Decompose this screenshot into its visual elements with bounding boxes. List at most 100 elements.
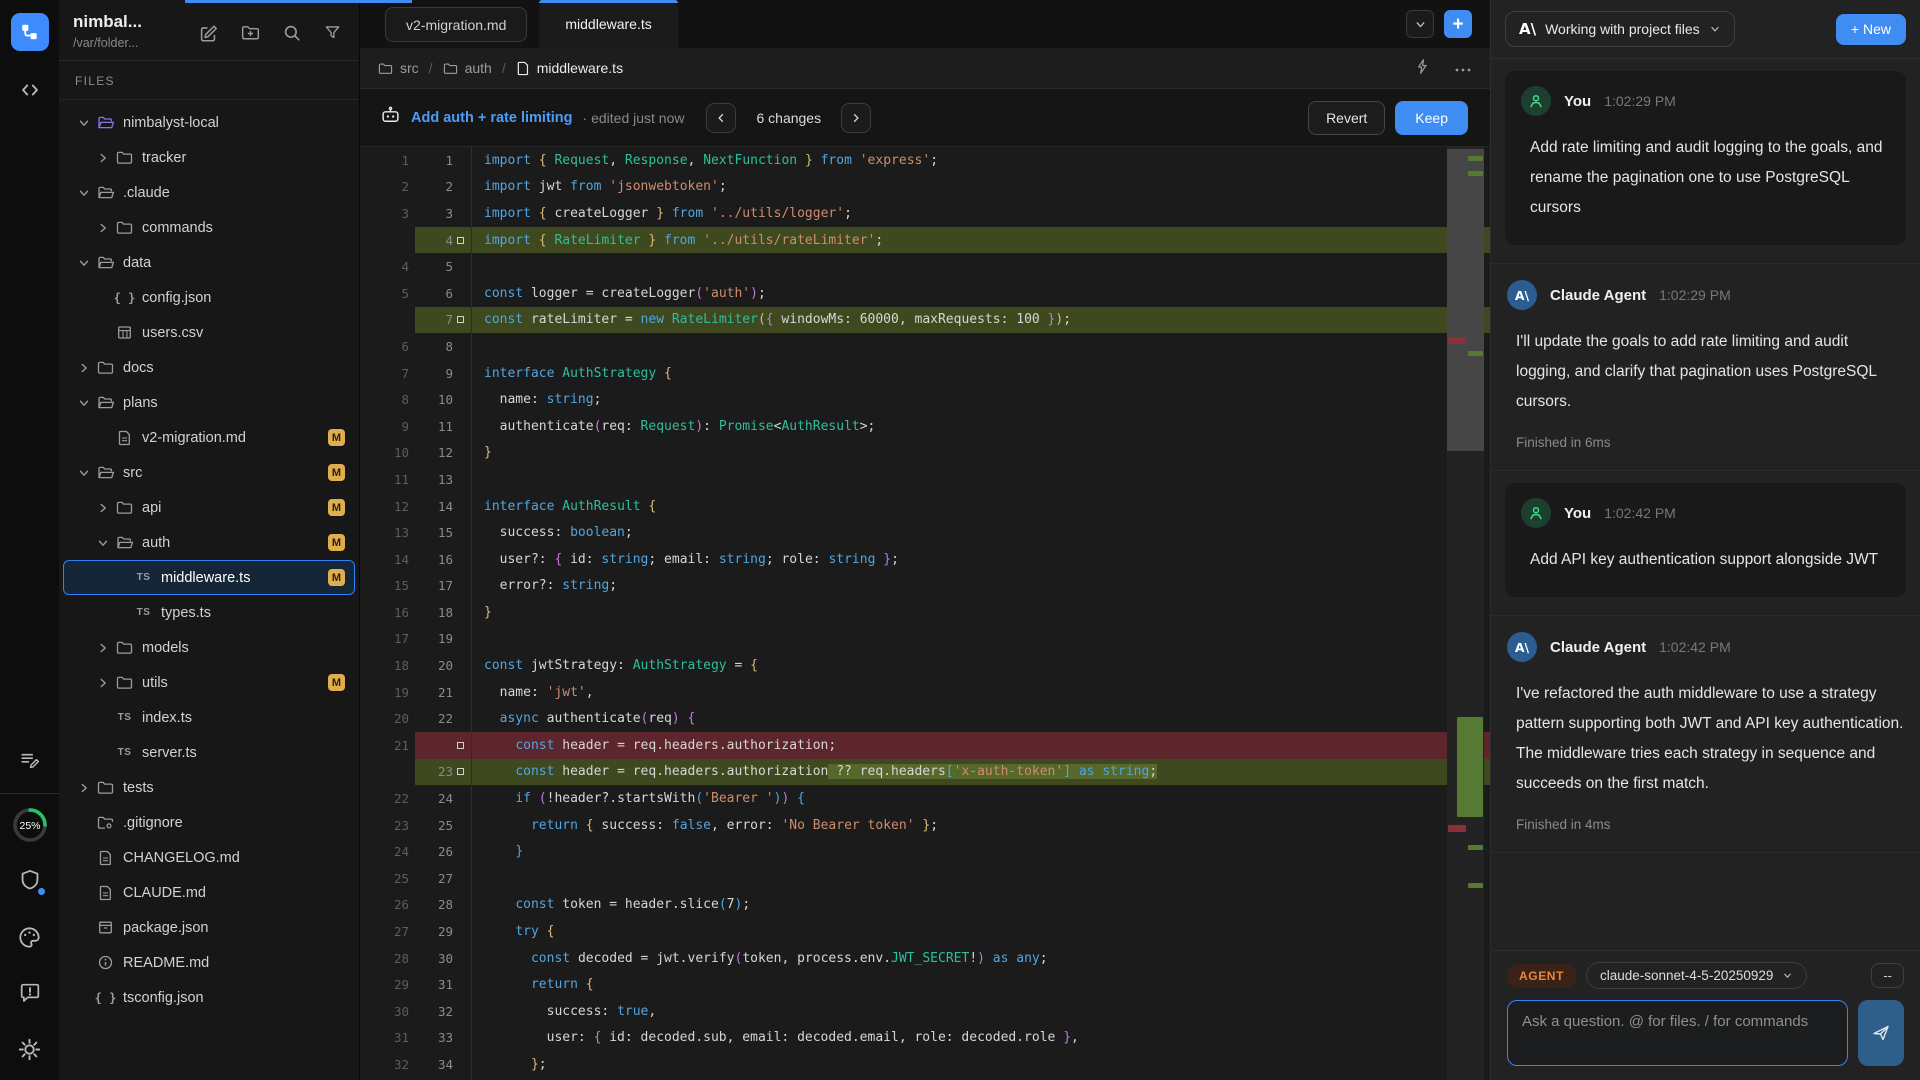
tree-item-data[interactable]: data xyxy=(63,245,355,280)
send-button[interactable] xyxy=(1858,1000,1904,1066)
folder-icon xyxy=(443,62,458,75)
tree-item-config.json[interactable]: { }config.json xyxy=(63,280,355,315)
breadcrumb-src[interactable]: src xyxy=(378,60,419,76)
code-line: 7const rateLimiter = new RateLimiter({ w… xyxy=(375,307,1490,334)
prev-change-button[interactable] xyxy=(706,103,736,133)
revert-button[interactable]: Revert xyxy=(1308,101,1385,135)
model-selector-dropdown[interactable]: claude-sonnet-4-5-20250929 xyxy=(1586,962,1807,989)
tree-item-.claude[interactable]: .claude xyxy=(63,175,355,210)
filter-icon[interactable] xyxy=(324,24,341,48)
chevron-right-icon[interactable] xyxy=(93,641,112,655)
chevron-right-icon[interactable] xyxy=(93,501,112,515)
tree-item-.gitignore[interactable]: .gitignore xyxy=(63,805,355,840)
chevron-down-icon[interactable] xyxy=(74,186,93,200)
task-list-icon[interactable] xyxy=(11,743,49,777)
old-line-number: 16 xyxy=(375,605,415,620)
tree-item-utils[interactable]: utilsM xyxy=(63,665,355,700)
json-icon: { } xyxy=(93,991,118,1005)
tab-middleware[interactable]: middleware.ts xyxy=(539,0,677,48)
old-line-number: 20 xyxy=(375,711,415,726)
tab-list-dropdown-button[interactable] xyxy=(1406,10,1434,38)
tree-item-docs[interactable]: docs xyxy=(63,350,355,385)
tree-item-nimbalyst-local[interactable]: nimbalyst-local xyxy=(63,105,355,140)
next-change-button[interactable] xyxy=(841,103,871,133)
folder-icon xyxy=(112,640,137,655)
tree-item-package.json[interactable]: package.json xyxy=(63,910,355,945)
old-line-number: 8 xyxy=(375,392,415,407)
tree-item-tsconfig.json[interactable]: { }tsconfig.json xyxy=(63,980,355,1015)
file-label: v2-migration.md xyxy=(142,430,246,446)
new-tab-button[interactable]: + xyxy=(1444,10,1472,38)
tree-item-CHANGELOG.md[interactable]: CHANGELOG.md xyxy=(63,840,355,875)
tree-item-commands[interactable]: commands xyxy=(63,210,355,245)
edit-icon[interactable] xyxy=(199,24,218,48)
message-group: A\Claude Agent1:02:29 PMI'll update the … xyxy=(1491,264,1920,471)
chevron-right-icon[interactable] xyxy=(93,151,112,165)
tree-item-src[interactable]: srcM xyxy=(63,455,355,490)
tree-item-README.md[interactable]: README.md xyxy=(63,945,355,980)
chevron-down-icon[interactable] xyxy=(74,116,93,130)
old-line-number: 3 xyxy=(375,206,415,221)
old-line-number: 7 xyxy=(375,366,415,381)
more-actions-button[interactable]: -- xyxy=(1871,963,1904,988)
tree-item-index.ts[interactable]: TSindex.ts xyxy=(63,700,355,735)
tree-item-users.csv[interactable]: users.csv xyxy=(63,315,355,350)
old-line-number: 32 xyxy=(375,1057,415,1072)
search-icon[interactable] xyxy=(283,24,301,48)
tree-item-tracker[interactable]: tracker xyxy=(63,140,355,175)
chevron-down-icon[interactable] xyxy=(74,466,93,480)
breadcrumb-file[interactable]: middleware.ts xyxy=(516,60,623,76)
new-folder-icon[interactable] xyxy=(241,24,260,48)
tree-item-api[interactable]: apiM xyxy=(63,490,355,525)
breadcrumb: src / auth / middleware.ts xyxy=(360,48,1490,89)
project-session-dropdown[interactable]: A\ Working with project files xyxy=(1505,11,1735,47)
tree-item-v2-migration.md[interactable]: v2-migration.mdM xyxy=(63,420,355,455)
new-chat-button[interactable]: + New xyxy=(1836,14,1906,45)
chevron-down-icon[interactable] xyxy=(74,396,93,410)
tab-bar: v2-migration.md middleware.ts + xyxy=(360,0,1490,48)
file-label: src xyxy=(123,465,142,481)
chevron-right-icon[interactable] xyxy=(74,361,93,375)
file-label: auth xyxy=(142,535,170,551)
chevron-right-icon[interactable] xyxy=(74,781,93,795)
shield-icon[interactable] xyxy=(11,864,49,898)
chat-input[interactable]: Ask a question. @ for files. / for comma… xyxy=(1507,1000,1848,1066)
agent-mode-badge[interactable]: AGENT xyxy=(1507,964,1576,988)
editor-pane: v2-migration.md middleware.ts + src / au… xyxy=(360,0,1490,1080)
tree-item-plans[interactable]: plans xyxy=(63,385,355,420)
folder-open-icon xyxy=(93,395,118,410)
minimap[interactable] xyxy=(1447,147,1484,1080)
tree-item-tests[interactable]: tests xyxy=(63,770,355,805)
code-line: 23 const header = req.headers.authorizat… xyxy=(375,759,1490,786)
app-logo-icon[interactable] xyxy=(11,13,49,51)
feedback-icon[interactable] xyxy=(11,976,49,1010)
chevron-right-icon[interactable] xyxy=(93,221,112,235)
breadcrumb-auth[interactable]: auth xyxy=(443,60,492,76)
tree-item-models[interactable]: models xyxy=(63,630,355,665)
gitignore-icon xyxy=(93,815,118,830)
settings-gear-icon[interactable] xyxy=(11,1032,49,1066)
change-set-title[interactable]: Add auth + rate limiting xyxy=(411,110,573,126)
tab-v2-migration[interactable]: v2-migration.md xyxy=(385,7,527,42)
chevron-right-icon[interactable] xyxy=(93,676,112,690)
more-options-icon[interactable] xyxy=(1454,60,1472,76)
palette-icon[interactable] xyxy=(11,920,49,954)
quick-actions-icon[interactable] xyxy=(1415,58,1430,78)
tree-item-server.ts[interactable]: TSserver.ts xyxy=(63,735,355,770)
tree-item-types.ts[interactable]: TStypes.ts xyxy=(63,595,355,630)
tree-item-auth[interactable]: authM xyxy=(63,525,355,560)
minimap-viewport[interactable] xyxy=(1447,149,1484,451)
tree-item-CLAUDE.md[interactable]: CLAUDE.md xyxy=(63,875,355,910)
message-text: Add API key authentication support along… xyxy=(1530,545,1890,575)
file-label: utils xyxy=(142,675,168,691)
message-status: Finished in 4ms xyxy=(1516,817,1904,832)
user-message-card: You1:02:42 PMAdd API key authentication … xyxy=(1505,483,1906,597)
keep-button[interactable]: Keep xyxy=(1395,101,1468,135)
chevron-down-icon[interactable] xyxy=(74,256,93,270)
context-usage-ring[interactable]: 25% xyxy=(11,808,49,842)
tree-item-middleware.ts[interactable]: TSmiddleware.tsM xyxy=(63,560,355,595)
chevron-down-icon xyxy=(1709,23,1721,35)
code-panel-icon[interactable] xyxy=(11,73,49,107)
code-editor[interactable]: 11import { Request, Response, NextFuncti… xyxy=(360,147,1490,1080)
chevron-down-icon[interactable] xyxy=(93,536,112,550)
